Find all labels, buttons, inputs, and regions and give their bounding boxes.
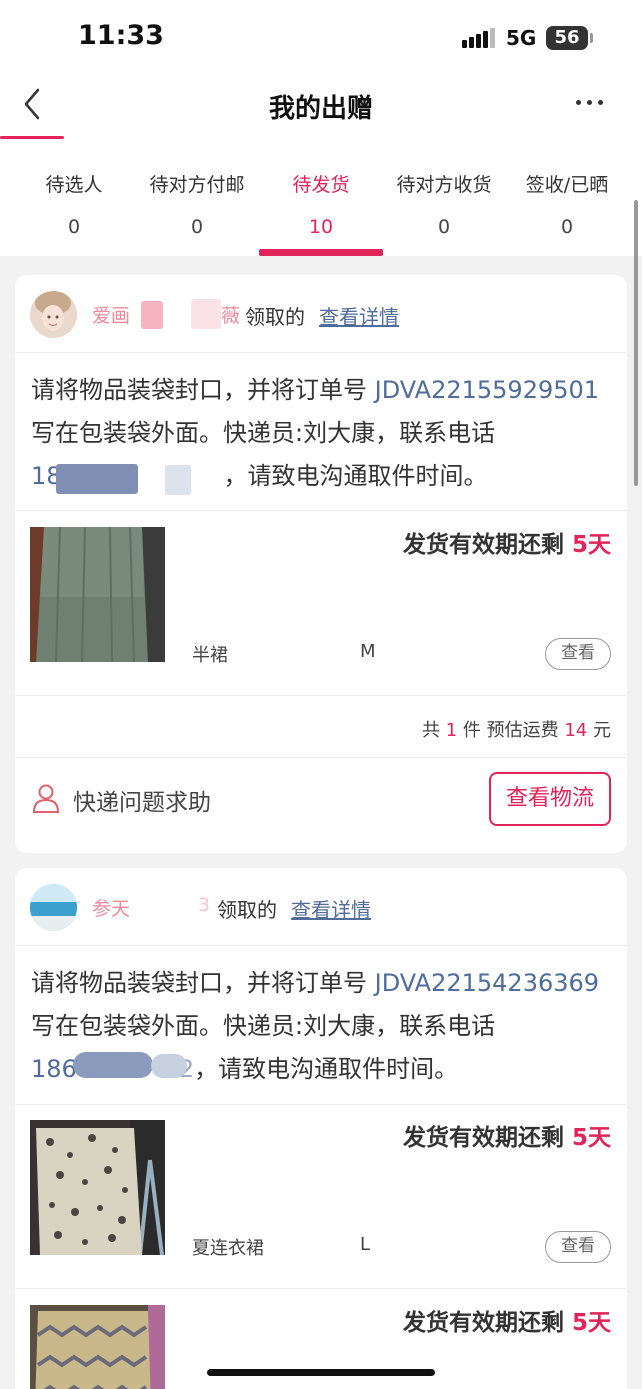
view-item-button[interactable]: 查看 xyxy=(545,638,611,670)
tab-label: 签收/已晒 xyxy=(525,174,609,196)
tab-label: 待发货 xyxy=(292,174,350,196)
status-bar: 11:33 5G 56 xyxy=(0,0,642,70)
receiver-name: 参天 xyxy=(92,898,131,920)
view-item-button[interactable]: 查看 xyxy=(545,1231,611,1263)
ship-deadline: 发货有效期还剩 5天 xyxy=(403,1303,611,1337)
tab-label: 待选人 xyxy=(45,174,103,196)
card-header: 参天 3 领取的 查看详情 xyxy=(15,868,627,946)
tab-count: 10 xyxy=(308,216,334,238)
instr-text: 写在包装袋外面。快递员:刘大康，联系电话 xyxy=(31,1012,496,1040)
tab-count: 0 xyxy=(437,216,451,238)
order-card: 参天 3 领取的 查看详情 请将物品装袋封口，并将订单号 JDVA2215423… xyxy=(15,868,627,1389)
deadline-days: 5天 xyxy=(571,1125,611,1151)
tab-count: 0 xyxy=(190,216,204,238)
home-indicator[interactable] xyxy=(207,1369,435,1376)
network-type: 5G xyxy=(506,26,537,50)
item-size: M xyxy=(360,641,376,662)
deadline-label: 发货有效期还剩 xyxy=(402,1125,564,1151)
view-detail-link[interactable]: 查看详情 xyxy=(291,894,371,923)
tab-pending-postage[interactable]: 待对方付邮 0 xyxy=(135,142,259,256)
claim-text: 领取的 xyxy=(217,898,277,922)
tab-label: 待对方付邮 xyxy=(149,174,245,196)
avatar[interactable] xyxy=(30,884,77,931)
deadline-days: 5天 xyxy=(571,532,611,558)
redacted-blur xyxy=(141,301,163,329)
instr-text: 请将物品装袋封口，并将订单号 xyxy=(31,376,375,404)
courier-help-link[interactable]: 快递问题求助 xyxy=(73,783,211,817)
redacted-blur xyxy=(56,464,138,494)
order-number[interactable]: JDVA22154236369 xyxy=(375,969,599,997)
shipping-fee: 14 xyxy=(564,720,588,741)
deadline-label: 发货有效期还剩 xyxy=(402,532,564,558)
order-summary: 共 1 件 预估运费 14 元 xyxy=(422,716,611,742)
battery-icon: 56 xyxy=(546,26,588,50)
instr-text: 写在包装袋外面。快递员:刘大康，联系电话 xyxy=(31,419,496,447)
redacted-blur xyxy=(165,465,191,495)
redacted-blur xyxy=(191,299,221,329)
ship-deadline: 发货有效期还剩 5天 xyxy=(403,1118,611,1152)
divider xyxy=(15,510,627,511)
item-count: 1 xyxy=(445,720,458,741)
signal-icon xyxy=(462,28,496,48)
battery-tip xyxy=(590,33,593,43)
redacted-blur xyxy=(73,1052,153,1078)
summary-text: 件 预估运费 xyxy=(462,720,559,741)
status-tabs: 待选人 0 待对方付邮 0 待发货 10 待对方收货 0 签收/已晒 0 xyxy=(0,142,642,256)
instr-text: 请将物品装袋封口，并将订单号 xyxy=(31,969,375,997)
tab-count: 0 xyxy=(67,216,81,238)
card-header: 爱画 薇 领取的 查看详情 xyxy=(15,275,627,353)
receiver-name: 爱画 xyxy=(92,305,131,327)
item-photo[interactable] xyxy=(30,527,165,662)
ship-deadline: 发货有效期还剩 5天 xyxy=(403,525,611,559)
claim-text: 领取的 xyxy=(245,305,305,329)
item-name: 半裙 xyxy=(192,645,228,666)
scrollbar[interactable] xyxy=(634,200,638,486)
deadline-days: 5天 xyxy=(571,1310,611,1336)
page-title: 我的出赠 xyxy=(268,94,373,124)
summary-text: 共 xyxy=(421,720,440,741)
divider xyxy=(15,695,627,696)
receiver-name-tail: 3 xyxy=(198,894,211,916)
item-size: L xyxy=(360,1234,371,1255)
tab-pending-select[interactable]: 待选人 0 xyxy=(12,142,136,256)
view-logistics-button[interactable]: 查看物流 xyxy=(489,772,611,826)
tab-count: 0 xyxy=(560,216,574,238)
order-number[interactable]: JDVA22155929501 xyxy=(375,376,599,404)
deadline-label: 发货有效期还剩 xyxy=(402,1310,564,1336)
receiver-name-tail: 薇 xyxy=(221,305,241,327)
tab-signed[interactable]: 签收/已晒 0 xyxy=(505,142,629,256)
courier-phone[interactable]: 186 xyxy=(31,1055,77,1083)
divider xyxy=(15,757,627,758)
tab-pending-shipment[interactable]: 待发货 10 xyxy=(259,142,383,256)
order-card: 爱画 薇 领取的 查看详情 请将物品装袋封口，并将订单号 JDVA2215592… xyxy=(15,275,627,853)
divider xyxy=(15,1104,627,1105)
nav-bar: 我的出赠 xyxy=(0,70,642,142)
active-tab-indicator xyxy=(259,249,383,256)
divider xyxy=(15,1288,627,1289)
redacted-blur xyxy=(151,1054,187,1078)
avatar[interactable] xyxy=(30,291,77,338)
view-detail-link[interactable]: 查看详情 xyxy=(319,301,399,330)
tab-label: 待对方收货 xyxy=(396,174,492,196)
summary-text: 元 xyxy=(593,720,611,741)
status-time: 11:33 xyxy=(78,20,164,51)
more-icon[interactable] xyxy=(576,100,606,108)
tab-pending-receipt[interactable]: 待对方收货 0 xyxy=(382,142,506,256)
item-photo[interactable] xyxy=(30,1305,165,1389)
instr-text: ，请致电沟通取件时间。 xyxy=(194,1055,459,1083)
instr-text: ，请致电沟通取件时间。 xyxy=(223,462,488,490)
item-name: 夏连衣裙 xyxy=(192,1238,264,1259)
person-icon[interactable] xyxy=(31,783,61,813)
back-underline xyxy=(0,136,64,139)
item-photo[interactable] xyxy=(30,1120,165,1255)
